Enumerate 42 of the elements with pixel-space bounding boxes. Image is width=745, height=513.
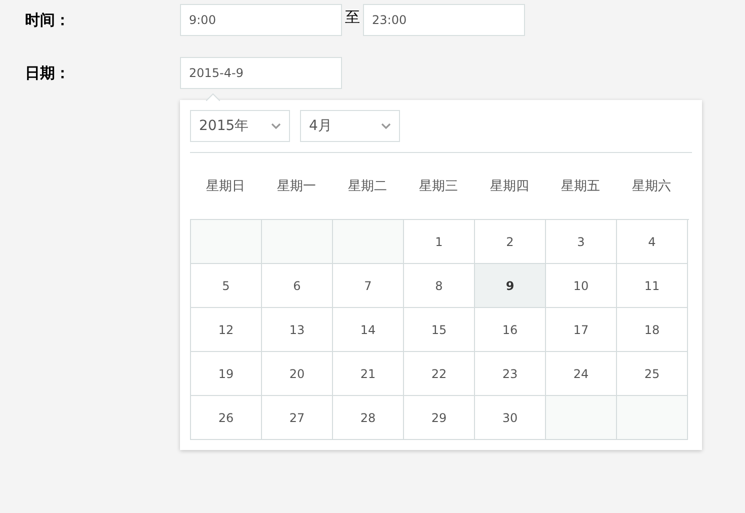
day-cell[interactable]: 6 (262, 264, 333, 308)
weekday-header: 星期三 (419, 178, 458, 195)
day-cell[interactable]: 16 (475, 308, 546, 352)
day-cell[interactable]: 28 (333, 396, 404, 440)
day-cell[interactable]: 26 (191, 396, 262, 440)
day-cell[interactable]: 7 (333, 264, 404, 308)
day-cell[interactable]: 27 (262, 396, 333, 440)
day-cell[interactable]: 21 (333, 352, 404, 396)
day-cell[interactable]: 10 (546, 264, 617, 308)
day-cell[interactable]: 22 (404, 352, 475, 396)
day-cell[interactable]: 4 (617, 220, 688, 264)
weekday-header: 星期六 (632, 178, 671, 195)
weekday-header: 星期日 (206, 178, 245, 195)
day-cell[interactable]: 9 (475, 264, 546, 308)
input-field[interactable]: 9:00 (180, 4, 342, 36)
weekday-header: 星期五 (561, 178, 600, 195)
day-cell[interactable]: 20 (262, 352, 333, 396)
day-cell[interactable]: 15 (404, 308, 475, 352)
weekday-header: 星期二 (348, 178, 387, 195)
day-cell[interactable]: 29 (404, 396, 475, 440)
day-cell[interactable]: 17 (546, 308, 617, 352)
dropdown[interactable]: 4月 (300, 110, 400, 142)
day-cell[interactable]: 12 (191, 308, 262, 352)
day-cell[interactable]: 5 (191, 264, 262, 308)
day-cell[interactable]: 23 (475, 352, 546, 396)
day-cell[interactable]: 14 (333, 308, 404, 352)
day-cell[interactable]: 3 (546, 220, 617, 264)
day-cell[interactable]: 19 (191, 352, 262, 396)
day-cell[interactable]: 11 (617, 264, 688, 308)
field-label: 日期： (24, 63, 71, 84)
dropdown[interactable]: 2015年 (190, 110, 290, 142)
field-label: 时间： (24, 10, 71, 31)
chevron-down-icon (271, 123, 281, 129)
day-cell[interactable]: 1 (404, 220, 475, 264)
weekday-header: 星期四 (490, 178, 529, 195)
input-field[interactable]: 2015-4-9 (180, 57, 342, 89)
weekday-header: 星期一 (277, 178, 316, 195)
chevron-down-icon (381, 123, 391, 129)
day-cell[interactable]: 13 (262, 308, 333, 352)
day-cell[interactable]: 18 (617, 308, 688, 352)
input-field[interactable]: 23:00 (363, 4, 525, 36)
separator-text: 至 (344, 7, 361, 28)
